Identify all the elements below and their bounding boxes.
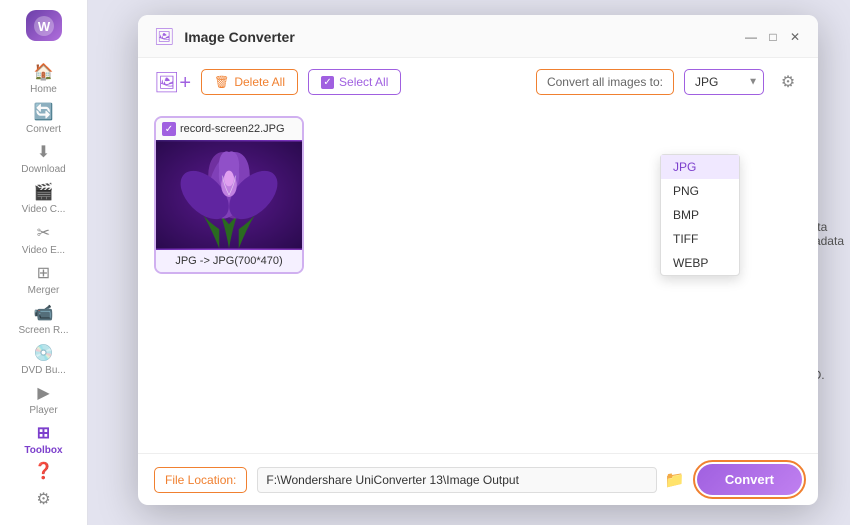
svg-text:W: W xyxy=(37,19,50,34)
player-icon: ▶ xyxy=(37,383,49,403)
trash-icon: 🗑 xyxy=(214,75,229,89)
sidebar-item-video-compress[interactable]: 🎬 Video C... xyxy=(4,180,84,218)
browse-folder-button[interactable]: 📁 xyxy=(663,468,687,492)
select-all-button[interactable]: ✓ Select All xyxy=(308,69,401,95)
merger-icon: ⊞ xyxy=(37,263,50,283)
video-edit-icon: ✂ xyxy=(37,223,50,243)
sidebar-item-player-label: Player xyxy=(29,405,57,416)
convert-all-label: Convert all images to: xyxy=(536,69,674,95)
convert-icon: 🔄 xyxy=(34,102,54,122)
sidebar-item-download[interactable]: ⬇ Download xyxy=(4,140,84,178)
format-option-tiff[interactable]: TIFF xyxy=(661,227,739,251)
format-settings-button[interactable]: ⚙ xyxy=(774,68,802,96)
home-icon: 🏠 xyxy=(34,62,54,82)
download-icon: ⬇ xyxy=(37,142,50,162)
window-controls: — □ ✕ xyxy=(744,30,802,44)
sidebar-item-convert[interactable]: 🔄 Convert xyxy=(4,99,84,137)
image-card: ✓ record-screen22.JPG xyxy=(154,116,304,274)
sidebar-item-screen-record[interactable]: 📹 Screen R... xyxy=(4,300,84,338)
sidebar-item-dvd-burn-label: DVD Bu... xyxy=(21,365,65,376)
image-checkbox[interactable]: ✓ xyxy=(162,122,176,136)
sidebar-item-video-edit[interactable]: ✂ Video E... xyxy=(4,220,84,258)
video-compress-icon: 🎬 xyxy=(34,182,54,202)
image-converter-dialog: 🖼 Image Converter — □ ✕ 🖼+ 🗑 Delete All … xyxy=(138,15,818,505)
modal-titlebar: 🖼 Image Converter — □ ✕ xyxy=(138,15,818,58)
format-dropdown-menu: JPG PNG BMP TIFF WEBP xyxy=(660,154,740,276)
modal-content-area: ✓ record-screen22.JPG xyxy=(138,106,818,453)
file-path-input[interactable] xyxy=(257,467,657,493)
select-all-checkbox: ✓ xyxy=(321,76,334,89)
format-option-bmp[interactable]: BMP xyxy=(661,203,739,227)
image-thumbnail xyxy=(156,140,302,250)
dvd-burn-icon: 💿 xyxy=(34,343,54,363)
format-select[interactable]: JPG PNG BMP TIFF WEBP xyxy=(684,69,764,95)
sidebar-item-video-edit-label: Video E... xyxy=(22,245,65,256)
modal-footer: File Location: 📁 Convert xyxy=(138,453,818,505)
minimize-button[interactable]: — xyxy=(744,30,758,44)
image-filename: record-screen22.JPG xyxy=(180,123,285,135)
folder-icon: 📁 xyxy=(665,472,685,489)
format-option-webp[interactable]: WEBP xyxy=(661,251,739,275)
modal-toolbar: 🖼+ 🗑 Delete All ✓ Select All Convert all… xyxy=(138,58,818,106)
add-image-icon: 🖼+ xyxy=(154,70,191,95)
sidebar-bottom: ❓ ⚙ xyxy=(34,461,54,525)
format-option-png[interactable]: PNG xyxy=(661,179,739,203)
sidebar-item-convert-label: Convert xyxy=(26,124,61,135)
settings-button[interactable]: ⚙ xyxy=(36,489,50,509)
sidebar: W 🏠 Home 🔄 Convert ⬇ Download 🎬 Video C.… xyxy=(0,0,88,525)
file-location-path: 📁 xyxy=(257,467,687,493)
sidebar-item-merger[interactable]: ⊞ Merger xyxy=(4,260,84,298)
modal-icon: 🖼 xyxy=(154,27,174,47)
sidebar-item-toolbox-label: Toolbox xyxy=(24,445,62,456)
sidebar-item-merger-label: Merger xyxy=(28,285,60,296)
sidebar-item-home[interactable]: 🏠 Home xyxy=(4,59,84,97)
maximize-button[interactable]: □ xyxy=(766,30,780,44)
sidebar-item-home-label: Home xyxy=(30,84,57,95)
sidebar-item-screen-record-label: Screen R... xyxy=(18,325,68,336)
convert-button[interactable]: Convert xyxy=(697,464,802,495)
add-image-button[interactable]: 🖼+ xyxy=(154,70,191,95)
image-caption: JPG -> JPG(700*470) xyxy=(156,250,302,272)
file-location-label: File Location: xyxy=(154,467,247,493)
toolbox-icon: ⊞ xyxy=(37,423,50,443)
sidebar-item-video-compress-label: Video C... xyxy=(22,204,66,215)
format-option-jpg[interactable]: JPG xyxy=(661,155,739,179)
help-button[interactable]: ❓ xyxy=(34,461,54,481)
main-content: data etadata CD. 🖼 Image Converter — □ ✕… xyxy=(88,0,850,525)
image-card-header: ✓ record-screen22.JPG xyxy=(156,118,302,140)
app-logo: W xyxy=(26,10,62,41)
close-button[interactable]: ✕ xyxy=(788,30,802,44)
sidebar-item-download-label: Download xyxy=(21,164,65,175)
gear-icon: ⚙ xyxy=(781,72,795,92)
format-dropdown-wrapper: JPG PNG BMP TIFF WEBP ▼ xyxy=(684,69,764,95)
modal-title: Image Converter xyxy=(180,29,744,45)
screen-record-icon: 📹 xyxy=(34,303,54,323)
sidebar-item-player[interactable]: ▶ Player xyxy=(4,381,84,419)
sidebar-item-toolbox[interactable]: ⊞ Toolbox xyxy=(4,421,84,459)
delete-all-button[interactable]: 🗑 Delete All xyxy=(201,69,298,95)
sidebar-item-dvd-burn[interactable]: 💿 DVD Bu... xyxy=(4,340,84,378)
